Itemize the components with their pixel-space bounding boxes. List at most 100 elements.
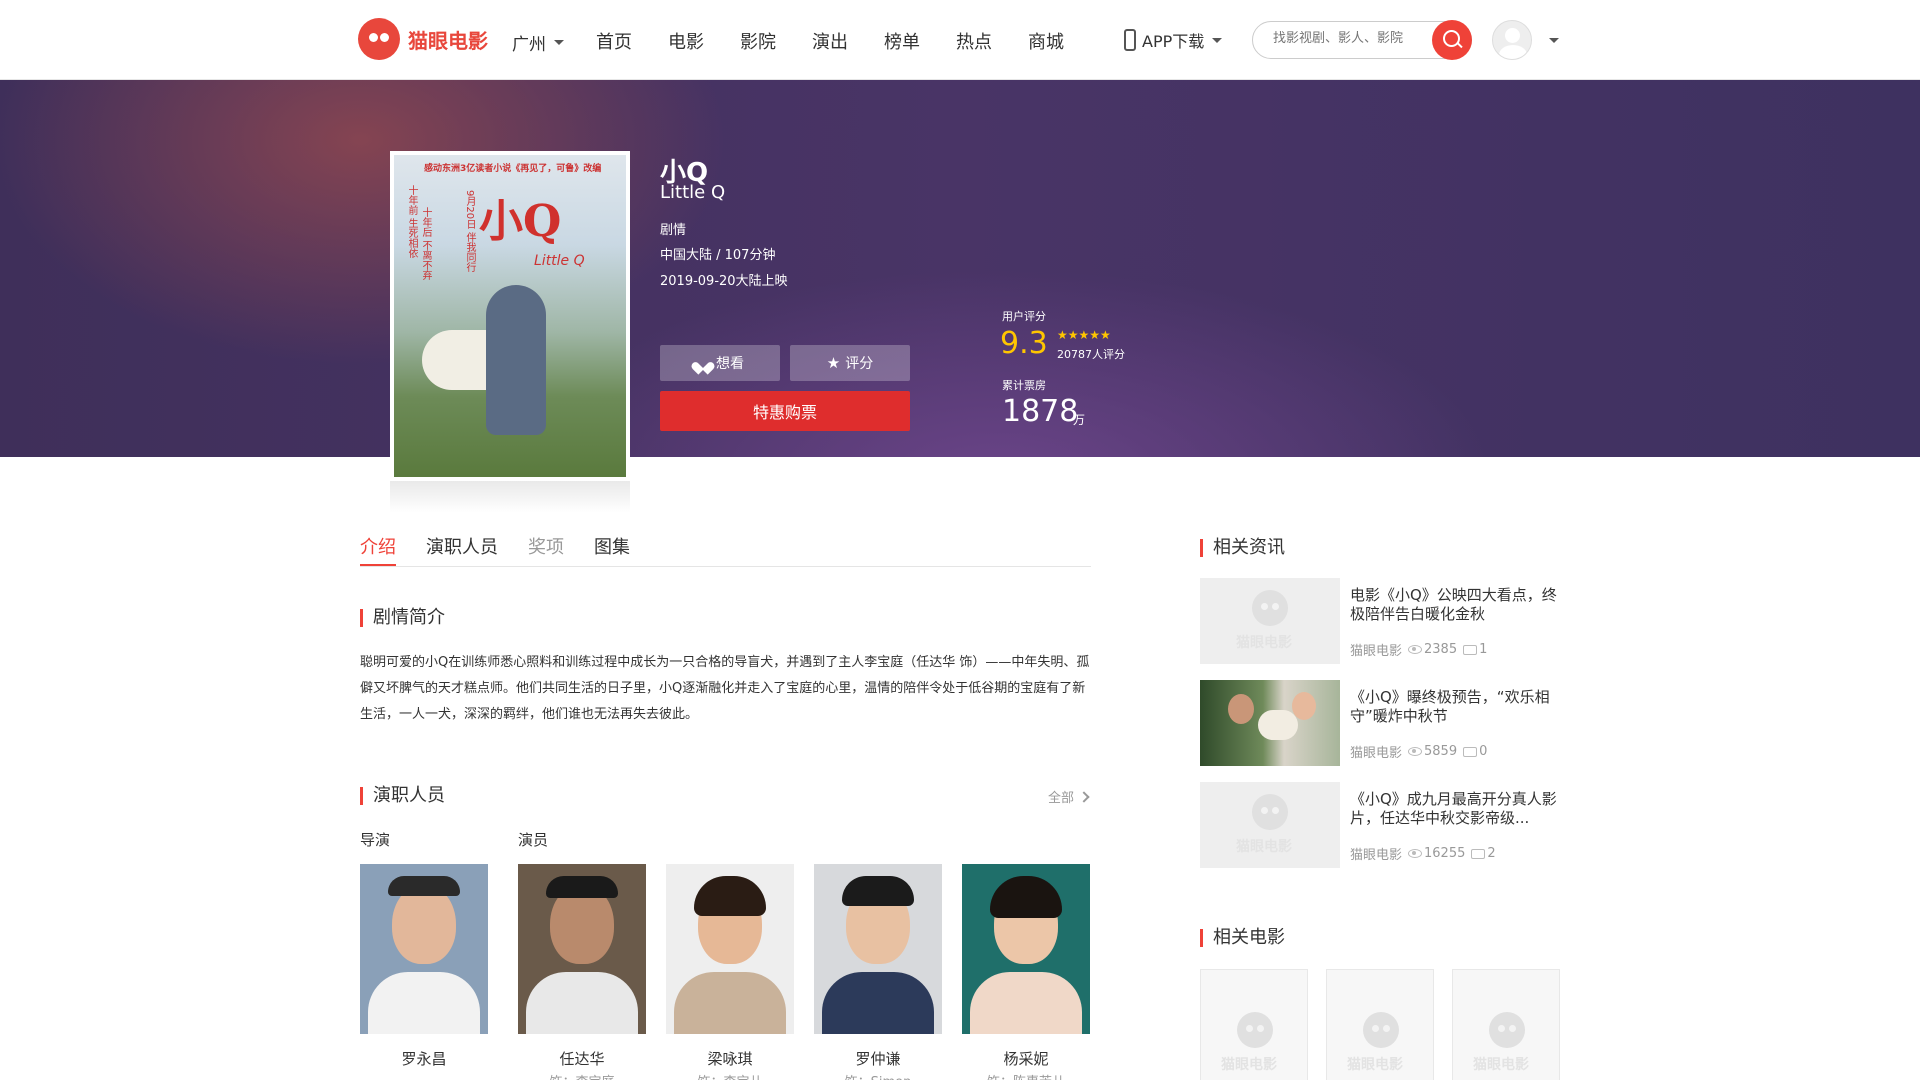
- nav-rankings[interactable]: 榜单: [884, 28, 920, 54]
- movie-release-date: 2019-09-20大陆上映: [660, 274, 788, 289]
- cast-section-title: 演职人员: [360, 787, 445, 805]
- news-source: 猫眼电影: [1350, 848, 1403, 863]
- cast-photo: [360, 864, 488, 1034]
- poster-reflection: [390, 481, 630, 513]
- nav-mall[interactable]: 商城: [1028, 28, 1064, 54]
- news-source: 猫眼电影: [1350, 746, 1403, 761]
- nav-movies[interactable]: 电影: [668, 28, 704, 54]
- news-views: 16255: [1424, 846, 1466, 861]
- cat-placeholder-icon: [1252, 590, 1288, 626]
- movie-banner: [0, 80, 1920, 457]
- news-thumbnail: 猫眼电影: [1200, 578, 1340, 664]
- cast-card[interactable]: 罗永昌: [360, 864, 488, 1071]
- eye-icon: [1408, 645, 1423, 654]
- box-office-value: 1878: [1002, 394, 1079, 429]
- city-selector[interactable]: 广州: [512, 30, 564, 55]
- cast-card[interactable]: 罗仲谦 饰：Simon: [814, 864, 942, 1080]
- news-title[interactable]: 电影《小Q》公映四大看点，终极陪伴告白暖化金秋: [1350, 586, 1560, 624]
- news-item[interactable]: 猫眼电影 电影《小Q》公映四大看点，终极陪伴告白暖化金秋 猫眼电影 2385 1: [1200, 578, 1562, 664]
- avatar[interactable]: [1492, 20, 1532, 60]
- news-thumbnail: 猫眼电影: [1200, 782, 1340, 868]
- search-button[interactable]: [1432, 20, 1472, 60]
- poster-side-text: 十年前 生死相依: [406, 185, 417, 259]
- news-views: 2385: [1424, 642, 1458, 657]
- related-news-title: 相关资讯: [1200, 539, 1285, 557]
- logo-text: 猫眼电影: [408, 28, 488, 53]
- detail-tabs: 介绍 演职人员 奖项 图集: [360, 533, 1091, 567]
- cast-photo: [814, 864, 942, 1034]
- tab-awards[interactable]: 奖项: [528, 533, 564, 566]
- news-meta: 猫眼电影 2385 1: [1350, 640, 1487, 659]
- want-to-watch-button[interactable]: 想看: [660, 345, 780, 381]
- chevron-down-icon: [554, 40, 564, 45]
- box-office-unit: 万: [1073, 413, 1086, 427]
- comment-icon: [1471, 848, 1486, 859]
- cast-photo: [666, 864, 794, 1034]
- movie-poster[interactable]: 感动东洲3亿读者小说《再见了，可鲁》改编 十年前 生死相依 9月20日 伴我同行…: [390, 151, 630, 481]
- cast-photo: [962, 864, 1090, 1034]
- nav-hot[interactable]: 热点: [956, 28, 992, 54]
- buy-ticket-button[interactable]: 特惠购票: [660, 391, 910, 431]
- related-movie-card[interactable]: 猫眼电影: [1452, 969, 1560, 1080]
- chevron-right-icon: [1078, 790, 1090, 803]
- placeholder-watermark: 猫眼电影: [1221, 1057, 1277, 1073]
- site-logo[interactable]: 猫眼电影: [358, 18, 488, 60]
- news-meta: 猫眼电影 5859 0: [1350, 742, 1487, 761]
- movie-title-en: Little Q: [660, 182, 726, 203]
- app-download-menu[interactable]: APP下载: [1124, 28, 1223, 52]
- rating-count: 20787人评分: [1057, 348, 1125, 361]
- all-label: 全部: [1048, 791, 1075, 806]
- cast-name: 罗永昌: [401, 1050, 447, 1068]
- actor-label: 演员: [518, 831, 549, 849]
- cast-role: 饰：李宝庭: [518, 1071, 646, 1080]
- movie-genre: 剧情: [660, 223, 687, 238]
- news-source: 猫眼电影: [1350, 644, 1403, 659]
- cast-role: 饰：陈惠芳儿: [962, 1071, 1090, 1080]
- synopsis-text: 聪明可爱的小Q在训练师悉心照料和训练过程中成长为一只合格的导盲犬，并遇到了主人李…: [360, 655, 1090, 722]
- main-nav: 首页 电影 影院 演出 榜单 热点 商城: [596, 28, 1100, 54]
- cast-all-link[interactable]: 全部: [1048, 787, 1090, 806]
- tab-cast[interactable]: 演职人员: [426, 533, 498, 566]
- news-comments: 1: [1479, 642, 1488, 657]
- news-views: 5859: [1424, 744, 1458, 759]
- cast-card[interactable]: 杨采妮 饰：陈惠芳儿: [962, 864, 1090, 1080]
- nav-home[interactable]: 首页: [596, 28, 632, 54]
- cat-placeholder-icon: [1489, 1012, 1525, 1048]
- placeholder-watermark: 猫眼电影: [1236, 635, 1292, 651]
- news-title[interactable]: 《小Q》曝终极预告，“欢乐相守”暖炸中秋节: [1350, 688, 1560, 726]
- news-comments: 2: [1487, 846, 1496, 861]
- related-movies-title: 相关电影: [1200, 929, 1285, 947]
- search-input[interactable]: [1273, 31, 1423, 46]
- user-score-value: 9.3: [1000, 326, 1048, 361]
- cast-card[interactable]: 任达华 饰：李宝庭: [518, 864, 646, 1080]
- cat-logo-icon: [358, 18, 400, 60]
- tab-intro[interactable]: 介绍: [360, 533, 396, 566]
- placeholder-watermark: 猫眼电影: [1236, 839, 1292, 855]
- chevron-down-icon[interactable]: [1549, 38, 1559, 43]
- poster-tagline: 感动东洲3亿读者小说《再见了，可鲁》改编: [424, 164, 602, 174]
- related-movie-card[interactable]: 猫眼电影: [1326, 969, 1434, 1080]
- cast-name: 梁咏琪: [707, 1050, 753, 1068]
- eye-icon: [1408, 849, 1423, 858]
- news-title[interactable]: 《小Q》成九月最高开分真人影片，任达华中秋交影帝级...: [1350, 790, 1560, 828]
- poster-image: 感动东洲3亿读者小说《再见了，可鲁》改编 十年前 生死相依 9月20日 伴我同行…: [394, 155, 626, 477]
- news-meta: 猫眼电影 16255 2: [1350, 844, 1496, 863]
- cast-role: 饰：李宝儿: [666, 1071, 794, 1080]
- movie-country-duration: 中国大陆 / 107分钟: [660, 248, 776, 263]
- nav-shows[interactable]: 演出: [812, 28, 848, 54]
- city-label: 广州: [512, 35, 546, 55]
- poster-side-text: 9月20日 伴我同行: [464, 190, 475, 273]
- poster-side-text: 十年后 不离不弃: [420, 207, 431, 281]
- rate-button[interactable]: ★ 评分: [790, 345, 910, 381]
- cat-placeholder-icon: [1363, 1012, 1399, 1048]
- nav-cinemas[interactable]: 影院: [740, 28, 776, 54]
- news-item[interactable]: 《小Q》曝终极预告，“欢乐相守”暖炸中秋节 猫眼电影 5859 0: [1200, 680, 1562, 766]
- news-comments: 0: [1479, 744, 1488, 759]
- tab-gallery[interactable]: 图集: [594, 533, 630, 566]
- cast-card[interactable]: 梁咏琪 饰：李宝儿: [666, 864, 794, 1080]
- news-item[interactable]: 猫眼电影 《小Q》成九月最高开分真人影片，任达华中秋交影帝级... 猫眼电影 1…: [1200, 782, 1562, 868]
- related-movie-card[interactable]: 猫眼电影: [1200, 969, 1308, 1080]
- placeholder-watermark: 猫眼电影: [1347, 1057, 1403, 1073]
- comment-icon: [1463, 746, 1478, 757]
- news-thumbnail: [1200, 680, 1340, 766]
